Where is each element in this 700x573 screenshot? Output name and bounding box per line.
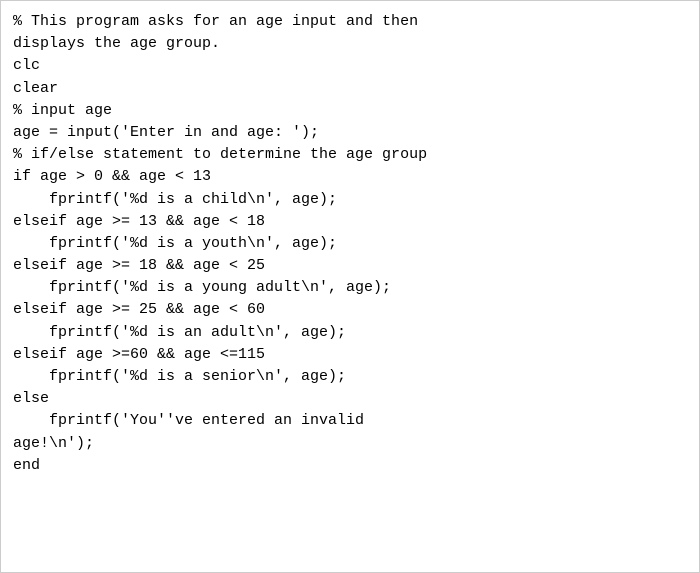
code-block: % This program asks for an age input and… — [13, 11, 687, 477]
code-container: % This program asks for an age input and… — [0, 0, 700, 573]
